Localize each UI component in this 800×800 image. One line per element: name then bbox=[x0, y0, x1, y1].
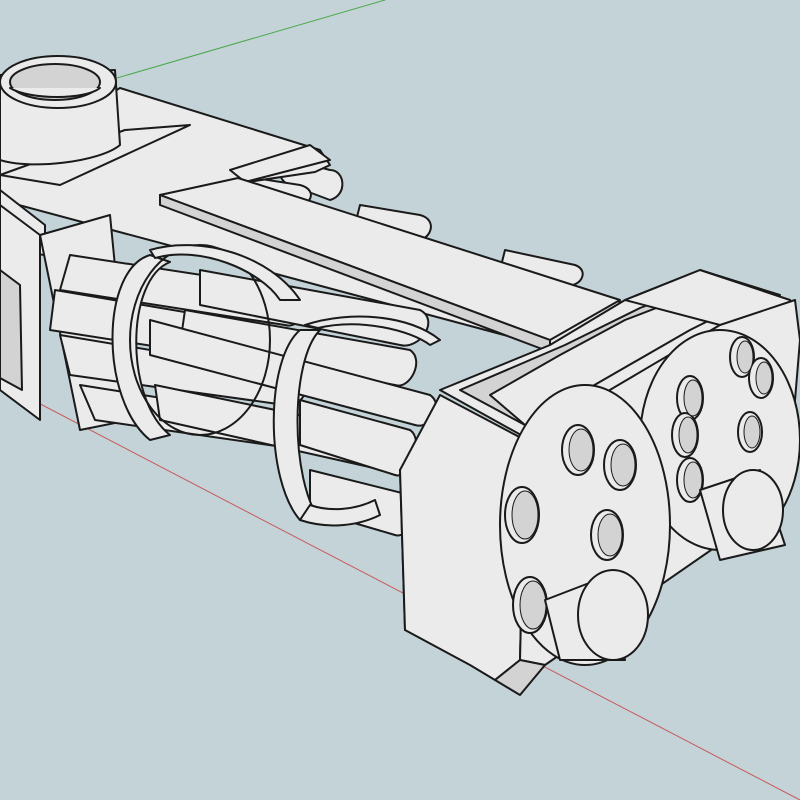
3d-viewport[interactable] bbox=[0, 0, 800, 800]
model-scene[interactable] bbox=[0, 0, 800, 800]
top-fitting bbox=[0, 55, 121, 166]
